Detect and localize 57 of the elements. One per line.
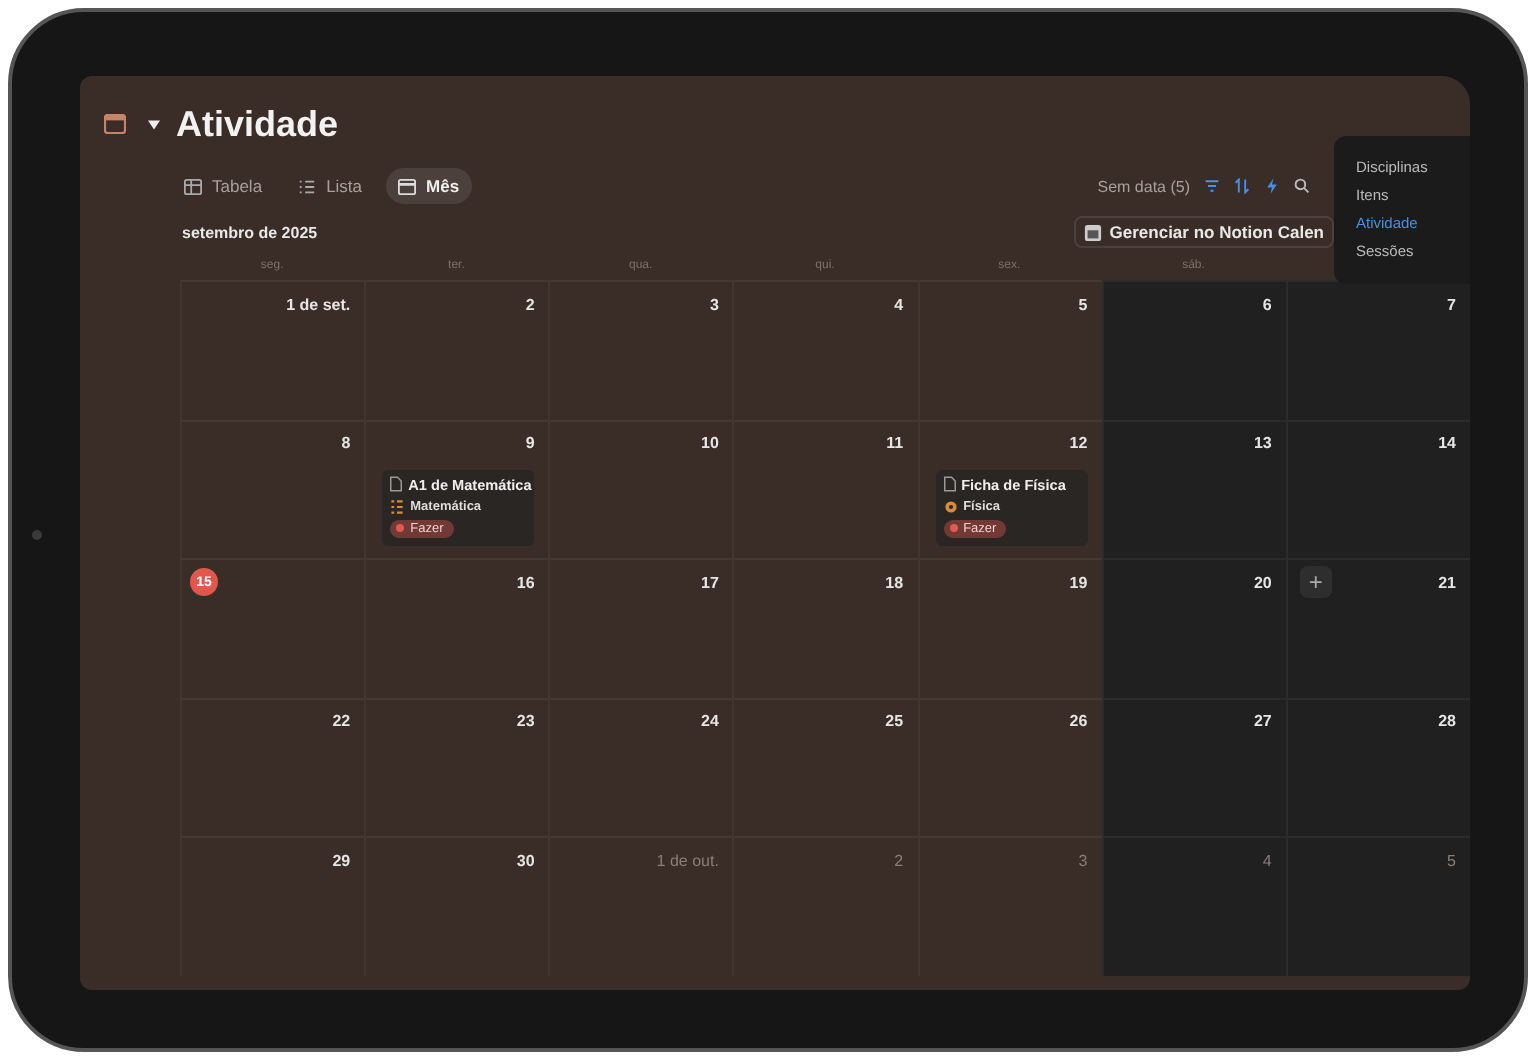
date-label: 4: [1262, 851, 1272, 869]
table-icon: [184, 177, 202, 195]
collapse-triangle-icon[interactable]: [148, 119, 160, 129]
date-label: 26: [1069, 712, 1088, 730]
search-icon[interactable]: [1294, 178, 1310, 194]
page-title: Atividade: [176, 103, 339, 145]
date-label: 12: [1069, 434, 1088, 452]
date-label: 22: [332, 712, 351, 730]
sort-icon[interactable]: [1234, 178, 1250, 194]
calendar-icon: [1083, 223, 1102, 241]
list-icon: [390, 499, 405, 513]
date-label: 3: [709, 295, 719, 313]
date-label: 5: [1078, 295, 1088, 313]
date-label: 19: [1069, 573, 1088, 591]
date-label: 25: [885, 712, 904, 730]
page-icon: [390, 476, 403, 492]
view-tab[interactable]: Mês: [386, 168, 472, 204]
date-label: 21: [1438, 573, 1456, 591]
date-label: 4: [894, 295, 904, 313]
date-label: 8: [341, 434, 351, 452]
month-label: setembro de 2025: [182, 223, 318, 241]
atom-icon: [943, 499, 958, 513]
date-label: 24: [701, 712, 719, 730]
page-icon: [943, 476, 956, 492]
calendar-icon: [104, 114, 126, 134]
date-label: 10: [701, 434, 719, 452]
date-label: 1 de set.: [286, 295, 351, 313]
date-label: 9: [525, 434, 535, 452]
manage-calendar-button[interactable]: Gerenciar no Notion Calen: [1073, 216, 1334, 248]
add-button[interactable]: +: [1299, 566, 1332, 598]
date-label: 1 de out.: [656, 851, 719, 869]
list-icon: [298, 177, 317, 195]
date-label: 6: [1262, 295, 1272, 313]
view-tab[interactable]: Lista: [286, 168, 375, 204]
filter-icon[interactable]: [1204, 178, 1220, 194]
date-label: 2: [894, 851, 904, 869]
no-date-link[interactable]: Sem data (5): [1097, 177, 1190, 195]
date-label: 5: [1447, 851, 1456, 869]
date-label: 29: [332, 851, 351, 869]
date-label: 23: [516, 712, 535, 730]
date-label: 2: [525, 295, 535, 313]
camera-dot: [32, 530, 42, 540]
date-label: 13: [1253, 434, 1272, 452]
date-label: 27: [1253, 712, 1272, 730]
date-label: 11: [886, 434, 904, 452]
date-label: 20: [1253, 573, 1272, 591]
date-label: 3: [1078, 851, 1088, 869]
calendar-icon: [398, 177, 417, 195]
date-label: 7: [1447, 295, 1456, 313]
date-label: 14: [1438, 434, 1456, 452]
lightning-icon[interactable]: [1264, 178, 1280, 194]
date-label: 17: [701, 573, 719, 591]
date-label: 30: [516, 851, 535, 869]
date-label: 18: [885, 573, 904, 591]
date-label: 16: [516, 573, 535, 591]
date-label: 28: [1438, 712, 1456, 730]
view-tab[interactable]: Tabela: [172, 168, 275, 204]
